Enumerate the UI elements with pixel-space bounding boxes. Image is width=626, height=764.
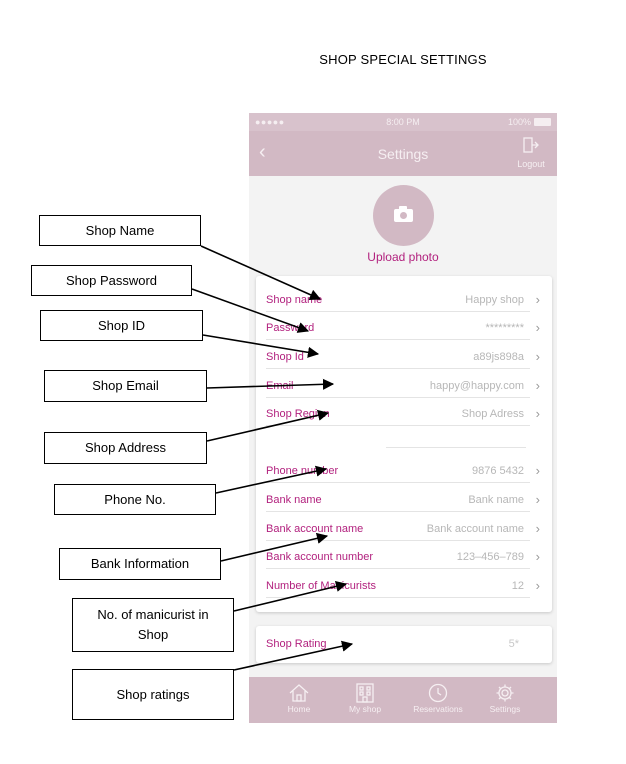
arrow-number-of-manicurists: [233, 580, 348, 612]
arrow-shop-password: [191, 288, 310, 333]
annotation-arrows: [191, 245, 354, 671]
arrow-shop-ratings: [233, 640, 354, 671]
arrow-shop-address: [206, 409, 330, 442]
arrow-bank-information: [220, 532, 329, 562]
arrow-phone-no: [215, 465, 328, 494]
arrow-shop-id: [202, 334, 320, 358]
arrow-shop-email: [206, 378, 335, 390]
arrow-shop-name: [200, 245, 322, 301]
